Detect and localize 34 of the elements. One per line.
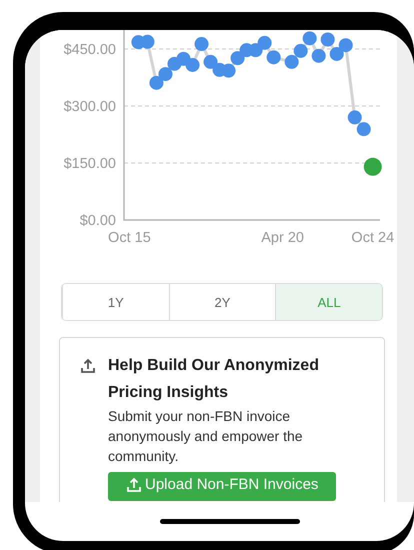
price-point (312, 48, 326, 63)
upload-icon (126, 476, 142, 492)
price-point (320, 32, 335, 46)
price-point (230, 51, 245, 66)
price-point (194, 37, 209, 52)
y-axis-label: $0.00 (80, 213, 116, 229)
price-point (338, 38, 353, 52)
price-point (294, 44, 308, 58)
price-point (330, 46, 344, 61)
home-indicator[interactable] (160, 519, 300, 524)
price-point (140, 34, 154, 49)
price-point (158, 67, 172, 82)
x-axis-label: Oct 15 (108, 230, 151, 246)
price-point (266, 50, 281, 64)
upload-icon (80, 358, 96, 374)
price-point (248, 43, 263, 58)
y-axis-label: $300.00 (64, 99, 116, 115)
price-point (284, 54, 299, 69)
card-title: Help Build Our Anonymized Pricing Insights (108, 356, 320, 403)
price-point (204, 54, 218, 69)
price-point (348, 110, 362, 124)
y-axis-label: $150.00 (64, 156, 116, 172)
upload-button[interactable]: Upload Non-FBN Invoices (108, 472, 336, 501)
price-point (302, 31, 317, 46)
y-axis-label: $450.00 (64, 42, 116, 58)
price-point (258, 36, 272, 50)
card-description: Submit your non-FBN invoice anonymously and empower the community. (108, 407, 304, 466)
price-point (149, 76, 164, 90)
x-axis-label: Oct 24 (351, 230, 394, 246)
current-price-point (364, 158, 382, 176)
price-point (222, 64, 236, 78)
x-axis-label: Apr 20 (261, 230, 304, 246)
price-point (186, 58, 200, 72)
price-point (356, 122, 371, 136)
